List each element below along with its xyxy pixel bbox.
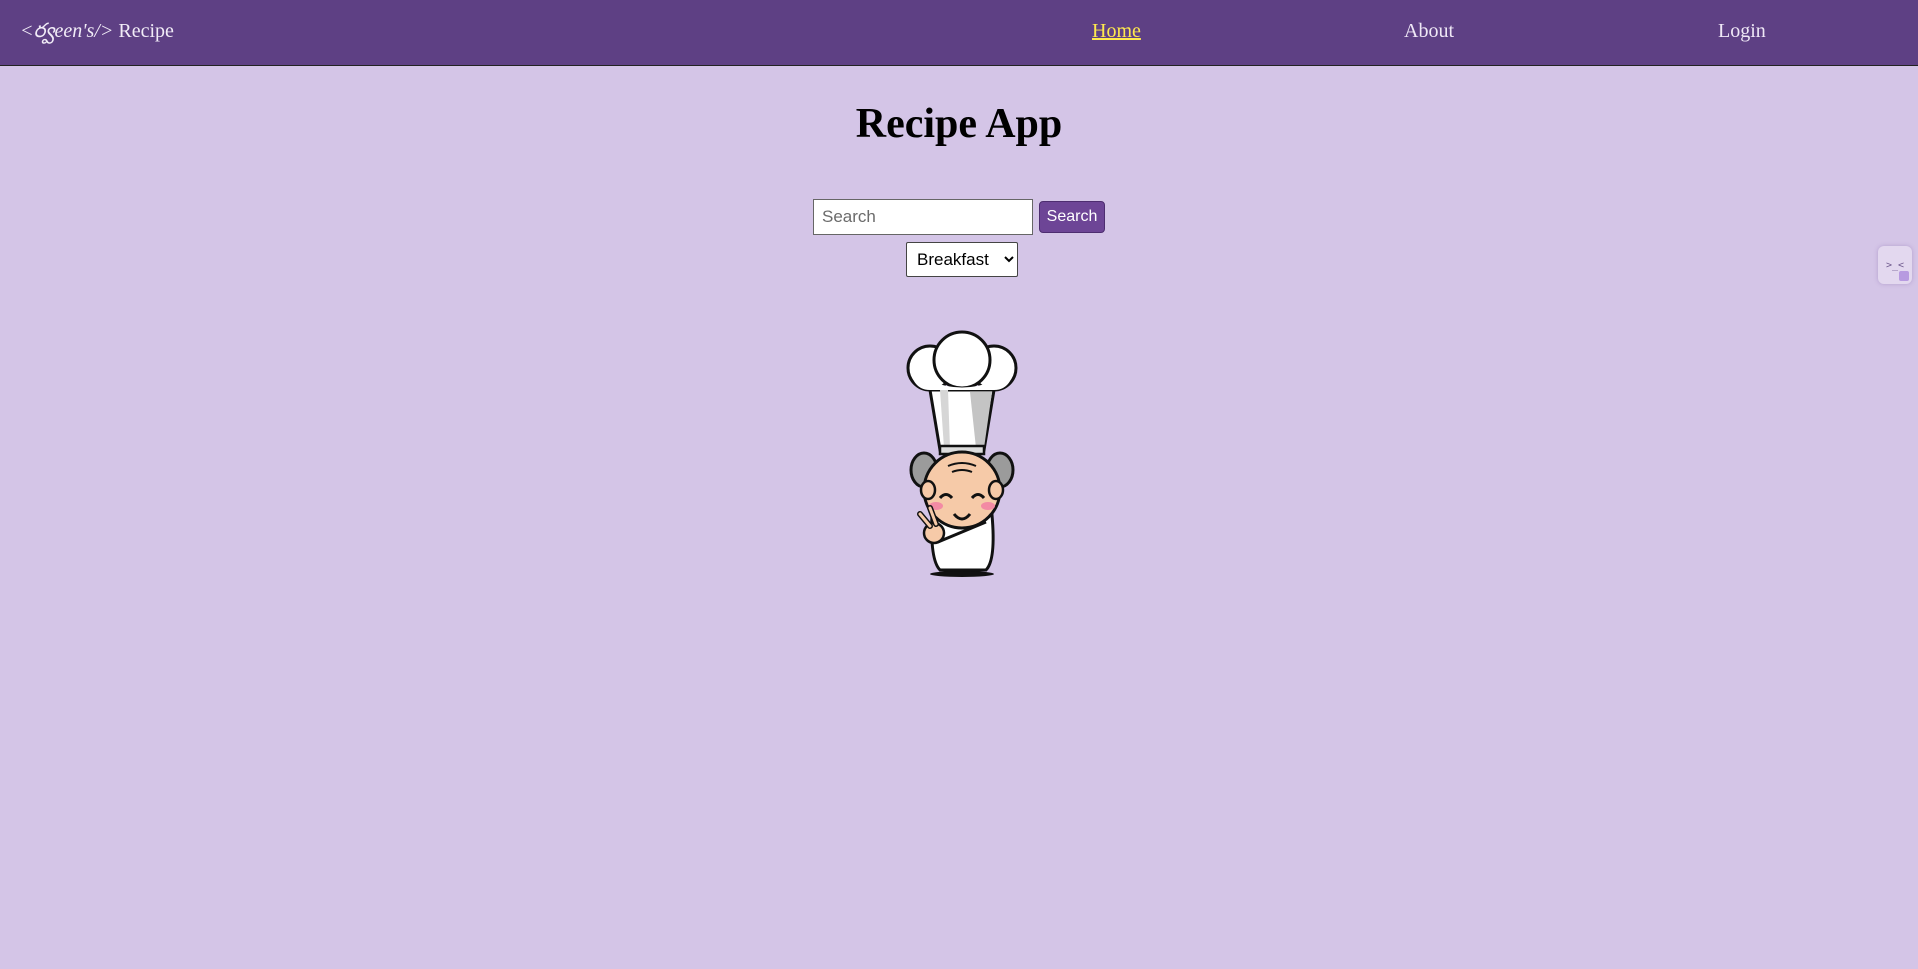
chef-mascot-illustration bbox=[906, 330, 1018, 577]
search-input[interactable] bbox=[813, 199, 1033, 235]
page-title: Recipe App bbox=[855, 101, 1063, 147]
widget-corner-icon bbox=[1899, 271, 1909, 281]
brand-name: Recipe bbox=[118, 20, 174, 42]
brand-tag: <ర్వeen's/> bbox=[20, 20, 114, 42]
brand-logo[interactable]: <ర్వeen's/> Recipe bbox=[20, 20, 174, 47]
category-select[interactable]: Breakfast bbox=[906, 242, 1018, 277]
nav-link-login[interactable]: Login bbox=[1718, 20, 1766, 43]
navbar: <ర్వeen's/> Recipe Home About Login bbox=[0, 0, 1918, 66]
code-widget-icon[interactable]: >_< bbox=[1878, 246, 1912, 284]
nav-link-about[interactable]: About bbox=[1404, 20, 1454, 43]
nav-link-home[interactable]: Home bbox=[1092, 20, 1141, 43]
code-widget-glyph: >_< bbox=[1885, 259, 1905, 271]
search-button[interactable]: Search bbox=[1039, 201, 1105, 233]
